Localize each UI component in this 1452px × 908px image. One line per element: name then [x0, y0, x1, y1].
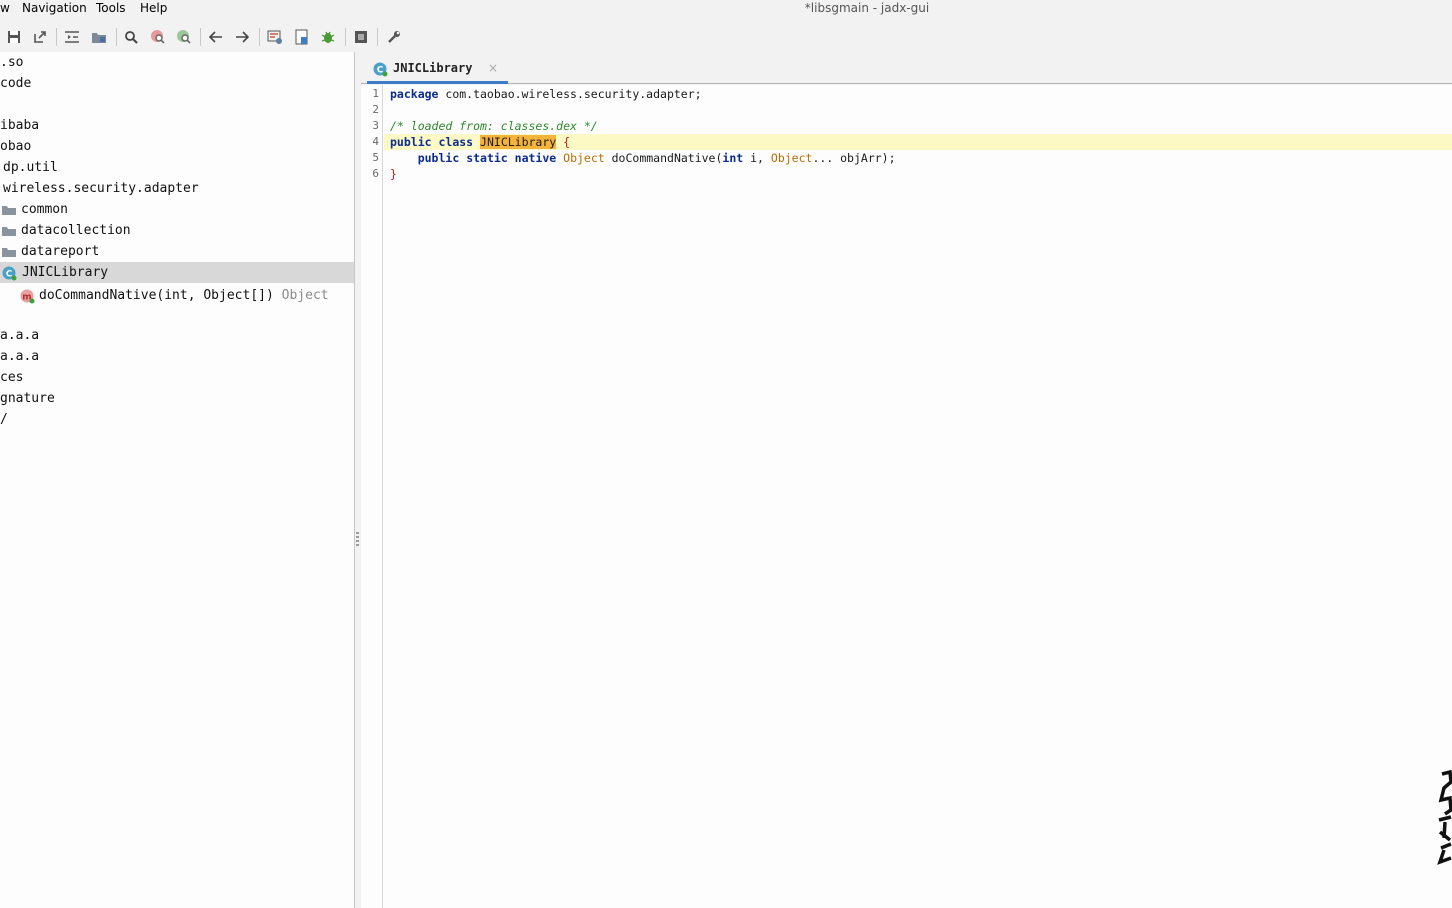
preferences-icon[interactable]: [384, 27, 404, 47]
menu-view[interactable]: w: [0, 0, 10, 16]
menu-navigation[interactable]: Navigation: [22, 0, 87, 16]
menu-help[interactable]: Help: [140, 0, 167, 16]
code-line-5: public static native Object doCommandNat…: [390, 150, 896, 166]
tree-item-label: ibaba: [0, 118, 40, 133]
tree-item-label: JNICLibrary: [22, 265, 109, 280]
tree-item-label: datareport: [21, 244, 100, 259]
line-number: 1: [372, 87, 379, 100]
line-number: 5: [372, 151, 379, 164]
type-name: Object: [770, 151, 813, 165]
keyword: public: [390, 135, 432, 149]
editor-area: C JNICLibrary × 1 2 3 4 5 6 package com.…: [361, 52, 1452, 908]
tree-item-label: datacollection: [21, 223, 131, 238]
tree-item-label: .so: [0, 55, 24, 70]
method-icon: m: [20, 289, 35, 304]
tree-item-label: wireless.security.adapter: [3, 181, 199, 196]
tree-item-label: obao: [0, 139, 32, 154]
line-number: 4: [372, 135, 379, 148]
line-number-gutter: 1 2 3 4 5 6: [361, 85, 383, 908]
package-name: com.taobao.wireless.security.adapter;: [438, 87, 702, 101]
tree-item[interactable]: a.a.a: [0, 346, 354, 367]
code-line-1: package com.taobao.wireless.security.ada…: [390, 86, 702, 102]
usage-search-icon[interactable]: [174, 27, 194, 47]
keyword: package: [390, 87, 439, 101]
tab-jniclibrary[interactable]: C JNICLibrary ×: [367, 54, 508, 84]
param-text: i,: [743, 151, 771, 165]
tree-item[interactable]: dp.util: [0, 157, 354, 178]
tree-item-package[interactable]: datacollection: [0, 220, 354, 241]
splitter-grip-icon[interactable]: [356, 532, 359, 546]
code-line-3: /* loaded from: classes.dex */: [390, 118, 598, 134]
watermark-logo: [1436, 769, 1452, 865]
code-editor[interactable]: 1 2 3 4 5 6 package com.taobao.wireless.…: [361, 85, 1452, 908]
class-search-icon[interactable]: [148, 27, 168, 47]
tree-item[interactable]: ibaba: [0, 115, 354, 136]
line-number: 6: [372, 167, 379, 180]
tree-item-label: doCommandNative(int, Object[]): [39, 288, 274, 303]
code-line-4: public class JNICLibrary {: [390, 134, 570, 150]
method-name: doCommandNative(: [604, 151, 723, 165]
project-tree[interactable]: .so code ibaba obao dp.util wireless.sec…: [0, 52, 355, 908]
tree-item-label: /: [0, 412, 8, 427]
tree-item-label: a.a.a: [0, 349, 40, 364]
package-icon: [2, 224, 16, 238]
debug-icon[interactable]: [318, 27, 338, 47]
close-icon[interactable]: ×: [488, 60, 498, 76]
keyword: class: [438, 135, 474, 149]
comment: /* loaded from: classes.dex */: [390, 119, 598, 133]
tree-item[interactable]: .so: [0, 52, 354, 73]
tree-item[interactable]: gnature: [0, 388, 354, 409]
tree-item-label: dp.util: [3, 160, 58, 175]
tree-item-label: ces: [0, 370, 24, 385]
tree-item-label: code: [0, 76, 32, 91]
tree-item-package[interactable]: common: [0, 199, 354, 220]
code-line-6: }: [390, 166, 397, 182]
window-title: *libsgmain - jadx-gui: [804, 1, 930, 15]
tree-item[interactable]: wireless.security.adapter: [0, 178, 354, 199]
tree-item-package[interactable]: datareport: [0, 241, 354, 262]
tree-item[interactable]: code: [0, 73, 354, 94]
quark-icon[interactable]: [292, 27, 312, 47]
deobfuscation-icon[interactable]: [265, 27, 285, 47]
method-return-type: Object: [281, 288, 329, 303]
sync-tree-icon[interactable]: [62, 27, 82, 47]
keyword: static: [466, 151, 508, 165]
tree-item-label: gnature: [0, 391, 55, 406]
tree-item-class-selected[interactable]: C JNICLibrary: [0, 262, 354, 283]
selected-class-name[interactable]: JNICLibrary: [480, 135, 557, 149]
flatten-packages-icon[interactable]: [89, 27, 109, 47]
line-number: 3: [372, 119, 379, 132]
brace: }: [390, 167, 397, 181]
type-name: Object: [563, 151, 605, 165]
keyword: public: [417, 151, 460, 165]
tree-item[interactable]: obao: [0, 136, 354, 157]
tab-label: JNICLibrary: [393, 61, 473, 75]
tree-item[interactable]: a.a.a: [0, 325, 354, 346]
tree-item[interactable]: /: [0, 409, 354, 430]
tab-bar: C JNICLibrary ×: [361, 52, 1452, 84]
toolbar: [0, 22, 1452, 52]
forward-icon[interactable]: [232, 27, 252, 47]
package-icon: [2, 203, 16, 217]
tree-item[interactable]: ces: [0, 367, 354, 388]
class-icon: C: [373, 62, 388, 81]
log-viewer-icon[interactable]: [351, 27, 371, 47]
export-icon[interactable]: [30, 27, 50, 47]
keyword: int: [722, 151, 744, 165]
brace: {: [563, 135, 571, 149]
tree-item-label: a.a.a: [0, 328, 40, 343]
line-number: 2: [372, 103, 379, 116]
param-text: ... objArr);: [812, 151, 896, 165]
tree-item-method[interactable]: m doCommandNative(int, Object[]) Object: [0, 285, 354, 306]
class-icon: C: [2, 266, 17, 281]
keyword: native: [514, 151, 557, 165]
menu-tools[interactable]: Tools: [96, 0, 126, 16]
text-search-icon[interactable]: [121, 27, 141, 47]
menu-bar: w Navigation Tools Help *libsgmain - jad…: [0, 0, 1452, 18]
tree-item-label: common: [21, 202, 68, 217]
save-all-icon[interactable]: [4, 27, 24, 47]
back-icon[interactable]: [206, 27, 226, 47]
package-icon: [2, 245, 16, 259]
